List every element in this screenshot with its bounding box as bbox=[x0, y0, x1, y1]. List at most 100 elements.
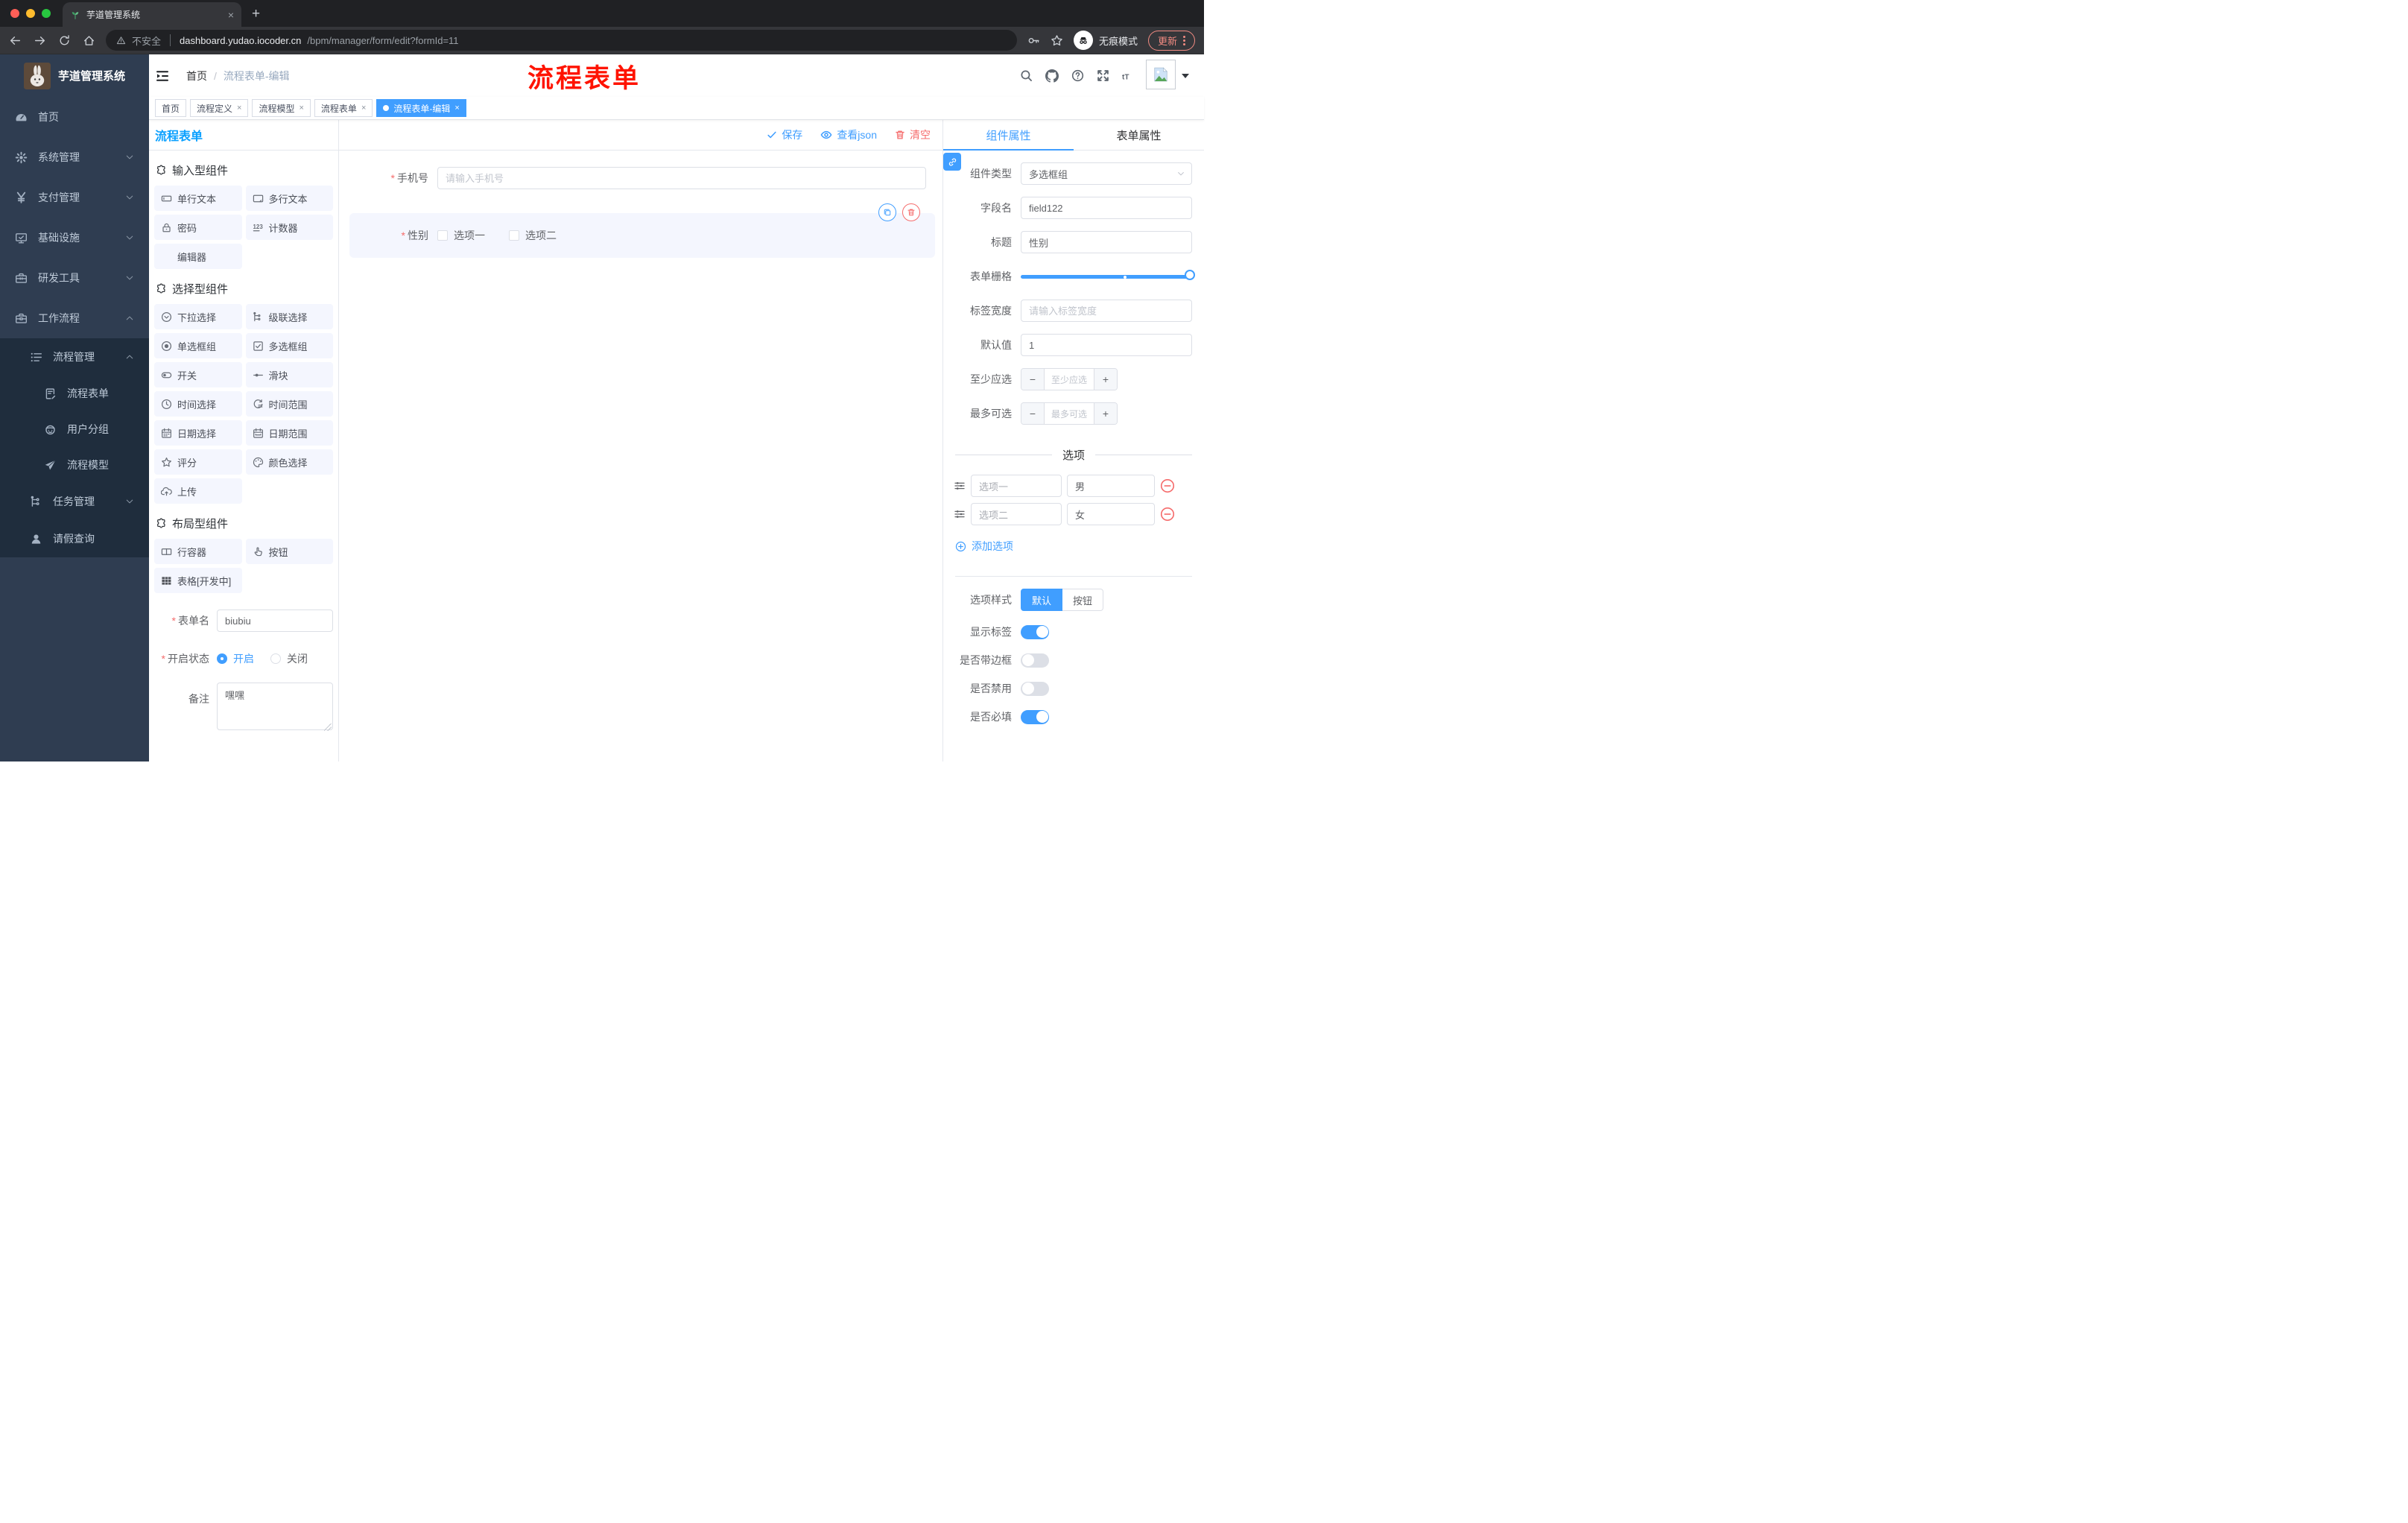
security-label[interactable]: 不安全 bbox=[132, 34, 161, 48]
sidebar-item-process-model[interactable]: 流程模型 bbox=[0, 447, 149, 483]
phone-input[interactable] bbox=[437, 167, 926, 189]
palette-item-time-picker[interactable]: 时间选择 bbox=[154, 391, 242, 417]
window-zoom-button[interactable] bbox=[42, 9, 51, 18]
tag-process-model[interactable]: 流程模型 × bbox=[252, 99, 311, 117]
save-button[interactable]: 保存 bbox=[767, 127, 802, 142]
search-icon[interactable] bbox=[1020, 69, 1033, 82]
caret-down-icon[interactable] bbox=[1182, 74, 1189, 78]
sidebar-item-devtools[interactable]: 研发工具 bbox=[0, 258, 149, 298]
slider-track[interactable] bbox=[1021, 275, 1189, 279]
title-input[interactable] bbox=[1021, 231, 1192, 253]
palette-item-select[interactable]: 下拉选择 bbox=[154, 304, 242, 329]
component-type-select[interactable] bbox=[1021, 162, 1192, 185]
sidebar-item-process-mgmt[interactable]: 流程管理 bbox=[0, 338, 149, 376]
avatar[interactable] bbox=[1146, 60, 1176, 89]
tab-form-props[interactable]: 表单属性 bbox=[1074, 127, 1204, 143]
palette-item-upload[interactable]: 上传 bbox=[154, 478, 242, 504]
style-default-button[interactable]: 默认 bbox=[1021, 589, 1063, 611]
sidebar-item-process-form[interactable]: 流程表单 bbox=[0, 376, 149, 411]
sidebar-item-task-mgmt[interactable]: 任务管理 bbox=[0, 483, 149, 520]
tag-close-icon[interactable]: × bbox=[299, 104, 303, 113]
palette-item-counter[interactable]: 123 计数器 bbox=[245, 215, 333, 240]
form-canvas[interactable]: *手机号 *性别 选项一 选项二 bbox=[339, 151, 942, 762]
checkbox-icon[interactable] bbox=[509, 230, 519, 241]
min-select-value[interactable]: 至少应选 bbox=[1044, 369, 1094, 390]
reload-icon[interactable] bbox=[58, 34, 71, 47]
checkbox-option-1[interactable]: 选项一 bbox=[437, 228, 485, 243]
tag-process-form[interactable]: 流程表单 × bbox=[314, 99, 373, 117]
stepper-decrease-button[interactable]: − bbox=[1021, 403, 1044, 424]
option-2-label-input[interactable] bbox=[971, 503, 1062, 525]
tag-close-icon[interactable]: × bbox=[237, 104, 241, 113]
checkbox-option-2[interactable]: 选项二 bbox=[509, 228, 557, 243]
slider-handle[interactable] bbox=[1185, 270, 1195, 280]
option-2-value-input[interactable] bbox=[1067, 503, 1155, 525]
tag-close-icon[interactable]: × bbox=[454, 104, 459, 113]
palette-item-cascader[interactable]: 级联选择 bbox=[245, 304, 333, 329]
sidebar-item-infra[interactable]: 基础设施 bbox=[0, 218, 149, 258]
delete-field-button[interactable] bbox=[902, 203, 920, 221]
back-icon[interactable] bbox=[9, 34, 22, 47]
window-close-button[interactable] bbox=[10, 9, 19, 18]
border-toggle[interactable] bbox=[1021, 653, 1049, 668]
palette-item-radio-group[interactable]: 单选框组 bbox=[154, 333, 242, 358]
add-option-button[interactable]: 添加选项 bbox=[955, 539, 1204, 554]
remove-option-button[interactable] bbox=[1160, 478, 1175, 493]
tab-component-props[interactable]: 组件属性 bbox=[943, 127, 1074, 143]
home-icon[interactable] bbox=[83, 34, 95, 47]
radio-label-on[interactable]: 开启 bbox=[233, 651, 254, 666]
style-button-button[interactable]: 按钮 bbox=[1062, 589, 1104, 611]
forward-icon[interactable] bbox=[34, 34, 46, 47]
update-button[interactable]: 更新 bbox=[1147, 30, 1195, 51]
breadcrumb-home[interactable]: 首页 bbox=[186, 69, 207, 83]
remove-option-button[interactable] bbox=[1160, 507, 1175, 522]
sidebar-logo[interactable]: 芋道管理系统 bbox=[0, 54, 149, 97]
sidebar-item-workflow[interactable]: 工作流程 bbox=[0, 298, 149, 338]
window-minimize-button[interactable] bbox=[26, 9, 35, 18]
palette-item-password[interactable]: 密码 bbox=[154, 215, 242, 240]
sidebar-item-leave-query[interactable]: 请假查询 bbox=[0, 520, 149, 557]
form-remark-textarea[interactable]: 嘿嘿 bbox=[217, 683, 333, 730]
label-width-input[interactable] bbox=[1021, 300, 1192, 322]
data-binding-link-tag[interactable] bbox=[943, 153, 961, 171]
palette-item-editor[interactable]: 编辑器 bbox=[154, 244, 242, 269]
sidebar-item-user-group[interactable]: 用户分组 bbox=[0, 411, 149, 447]
palette-item-date-picker[interactable]: 日期选择 bbox=[154, 420, 242, 446]
palette-item-table[interactable]: 表格[开发中] bbox=[154, 568, 242, 593]
view-json-button[interactable]: 查看json bbox=[820, 127, 877, 142]
palette-item-color-picker[interactable]: 颜色选择 bbox=[245, 449, 333, 475]
default-value-input[interactable] bbox=[1021, 334, 1192, 356]
sidebar-item-system[interactable]: 系统管理 bbox=[0, 137, 149, 177]
tag-home[interactable]: 首页 bbox=[155, 99, 187, 117]
tag-process-form-edit[interactable]: 流程表单-编辑 × bbox=[376, 99, 466, 117]
stepper-increase-button[interactable]: + bbox=[1094, 403, 1117, 424]
menu-collapse-icon[interactable] bbox=[155, 69, 170, 83]
form-name-input[interactable] bbox=[217, 609, 333, 632]
checkbox-icon[interactable] bbox=[437, 230, 448, 241]
required-toggle[interactable] bbox=[1021, 709, 1049, 724]
max-select-value[interactable]: 最多可选 bbox=[1044, 403, 1094, 424]
clear-button[interactable]: 清空 bbox=[895, 127, 931, 142]
palette-item-switch[interactable]: 开关 bbox=[154, 362, 242, 387]
address-bar[interactable]: 不安全 dashboard.yudao.iocoder.cn/bpm/manag… bbox=[106, 30, 1017, 51]
canvas-field-phone[interactable]: * 手机号 bbox=[349, 167, 926, 189]
browser-tab[interactable]: 芋道管理系统 × bbox=[63, 2, 241, 27]
resize-handle[interactable] bbox=[324, 723, 332, 731]
radio-status-on[interactable] bbox=[217, 653, 227, 664]
tag-close-icon[interactable]: × bbox=[361, 104, 366, 113]
palette-item-slider[interactable]: 滑块 bbox=[245, 362, 333, 387]
disabled-toggle[interactable] bbox=[1021, 681, 1049, 696]
form-grid-slider[interactable] bbox=[1021, 265, 1195, 288]
drag-handle-icon[interactable] bbox=[954, 480, 966, 492]
help-icon[interactable] bbox=[1071, 69, 1084, 82]
sidebar-item-home[interactable]: 首页 bbox=[0, 97, 149, 137]
palette-item-rate[interactable]: 评分 bbox=[154, 449, 242, 475]
fullscreen-icon[interactable] bbox=[1097, 69, 1109, 82]
palette-item-button[interactable]: 按钮 bbox=[245, 539, 333, 564]
duplicate-field-button[interactable] bbox=[878, 203, 896, 221]
option-1-label-input[interactable] bbox=[971, 475, 1062, 497]
palette-item-row-container[interactable]: 行容器 bbox=[154, 539, 242, 564]
sidebar-item-pay[interactable]: 支付管理 bbox=[0, 177, 149, 218]
star-icon[interactable] bbox=[1051, 34, 1063, 47]
drag-handle-icon[interactable] bbox=[954, 508, 966, 520]
